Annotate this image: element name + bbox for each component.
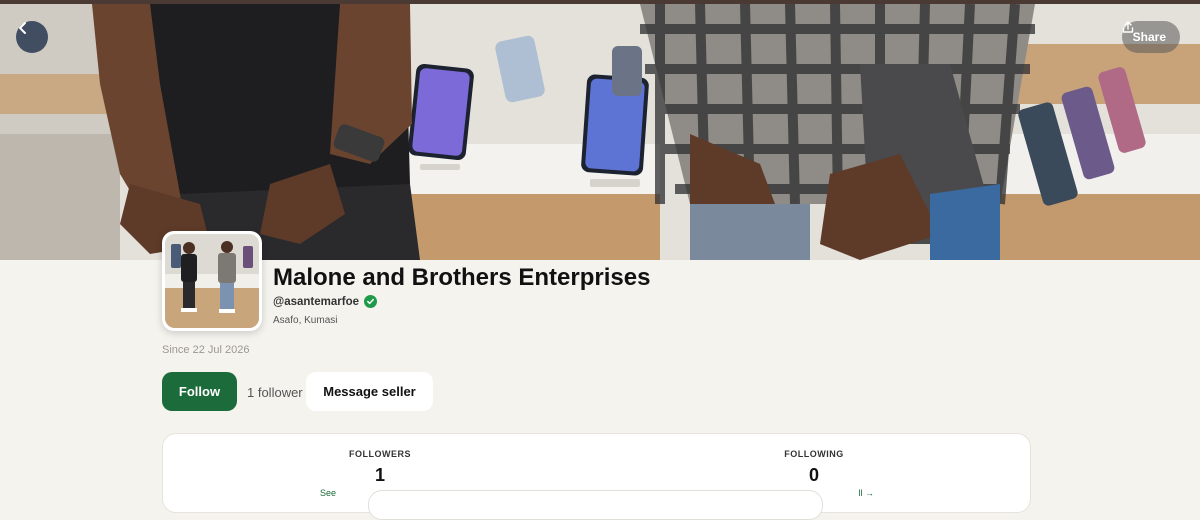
- share-button[interactable]: Share: [1121, 21, 1180, 53]
- shop-handle: @asantemarfoe: [273, 295, 359, 308]
- stats-inner-panel: [368, 490, 823, 520]
- shop-avatar[interactable]: [162, 231, 262, 331]
- cover-image: Share: [0, 4, 1200, 260]
- followers-value: 1: [374, 465, 385, 485]
- verified-check-icon: [364, 295, 377, 308]
- shop-location: Asafo, Kumasi: [273, 315, 338, 326]
- following-label: FOLLOWING: [784, 449, 844, 459]
- message-seller-button[interactable]: Message seller: [306, 372, 433, 411]
- share-label: Share: [1132, 30, 1166, 44]
- member-since: Since 22 Jul 2026: [162, 344, 250, 356]
- cover-illustration: [0, 4, 1200, 260]
- stats-card: FOLLOWERS 1 See FOLLOWING 0 ll →: [162, 433, 1031, 520]
- shop-name: Malone and Brothers Enterprises: [273, 264, 651, 291]
- follow-button[interactable]: Follow: [162, 372, 237, 411]
- chevron-left-icon: [19, 22, 26, 34]
- handle-row: @asantemarfoe: [273, 295, 377, 308]
- share-icon: [1122, 21, 1133, 33]
- avatar-photo: [165, 234, 259, 328]
- back-button[interactable]: [16, 21, 48, 53]
- following-value: 0: [808, 465, 819, 485]
- followers-label: FOLLOWERS: [349, 449, 411, 459]
- follower-count[interactable]: 1 follower: [247, 385, 303, 400]
